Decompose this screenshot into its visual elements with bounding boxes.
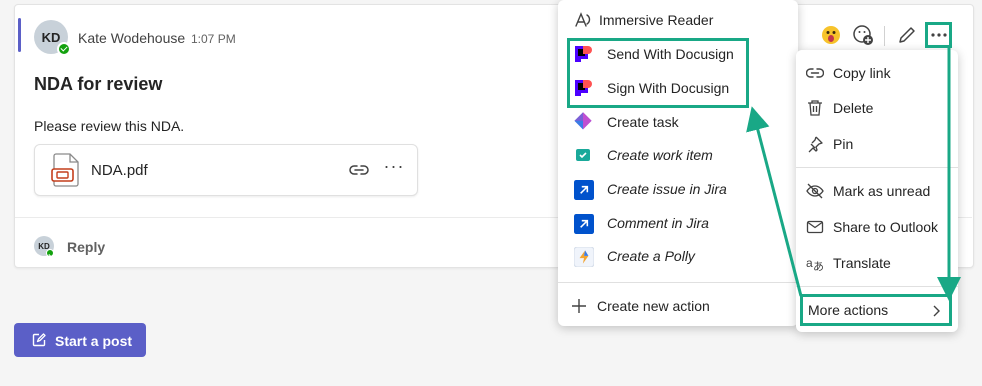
menu-item-create-issue-in-jira[interactable]: Create issue in Jira	[558, 173, 798, 205]
menu-separator	[558, 282, 798, 283]
menu-item-pin[interactable]: Pin	[796, 128, 958, 160]
pin-icon	[808, 136, 823, 153]
menu-item-label: Translate	[833, 255, 891, 271]
link-icon	[806, 68, 824, 78]
presence-available-icon	[57, 42, 71, 56]
avatar-initials: KD	[41, 29, 61, 45]
mail-icon	[806, 220, 824, 234]
more-options-menu: Copy link Delete Pin Mark as unread Shar…	[796, 50, 958, 332]
planner-icon	[574, 112, 592, 130]
trash-icon	[808, 100, 822, 116]
work-item-icon	[576, 149, 590, 161]
menu-item-comment-in-jira[interactable]: Comment in Jira	[558, 207, 798, 239]
attachment-card[interactable]: NDA.pdf ···	[34, 144, 418, 196]
menu-separator	[796, 167, 958, 168]
toolbar-divider	[884, 26, 885, 46]
menu-item-label: Pin	[833, 136, 854, 152]
menu-item-label: Create issue in Jira	[607, 181, 727, 197]
start-post-button[interactable]: Start a post	[14, 323, 146, 357]
menu-item-label: Immersive Reader	[599, 12, 714, 28]
compose-icon	[32, 333, 46, 347]
menu-item-delete[interactable]: Delete	[796, 92, 958, 124]
menu-item-label: Create task	[607, 114, 679, 130]
highlight-docusign-items	[567, 38, 749, 108]
attachment-name[interactable]: NDA.pdf	[91, 162, 148, 179]
eye-off-icon	[806, 183, 824, 199]
message-accent-bar	[18, 18, 21, 52]
menu-item-create-work-item[interactable]: Create work item	[558, 139, 798, 171]
surprised-emoji-icon[interactable]	[820, 24, 842, 46]
menu-item-immersive-reader[interactable]: Immersive Reader	[558, 4, 798, 36]
menu-item-label: Share to Outlook	[833, 219, 939, 235]
menu-item-label: Create work item	[607, 147, 713, 163]
pdf-file-icon	[51, 153, 79, 187]
menu-item-label: Mark as unread	[833, 183, 931, 199]
menu-item-create-task[interactable]: Create task	[558, 106, 798, 138]
copy-link-icon[interactable]	[349, 161, 369, 179]
jira-icon	[574, 214, 594, 234]
svg-text:あ: あ	[813, 260, 824, 272]
menu-item-create-new-action[interactable]: Create new action	[558, 290, 798, 322]
menu-item-label: Copy link	[833, 65, 891, 81]
menu-item-create-a-polly[interactable]: Create a Polly	[558, 240, 798, 272]
menu-item-mark-as-unread[interactable]: Mark as unread	[796, 175, 958, 207]
menu-item-label: Delete	[833, 100, 874, 116]
menu-item-label: Comment in Jira	[607, 215, 709, 231]
message-subject: NDA for review	[34, 74, 163, 94]
menu-item-share-to-outlook[interactable]: Share to Outlook	[796, 211, 958, 243]
jira-icon	[574, 180, 594, 200]
start-post-label: Start a post	[55, 333, 133, 349]
message-timestamp: 1:07 PM	[191, 32, 236, 46]
menu-item-label: Create a Polly	[607, 248, 695, 264]
add-reaction-icon[interactable]	[852, 24, 874, 46]
menu-separator	[796, 286, 958, 287]
menu-item-translate[interactable]: aあ Translate	[796, 247, 958, 279]
message-body: Please review this NDA.	[34, 118, 185, 134]
highlight-more-actions	[800, 294, 952, 326]
translate-icon: aあ	[806, 256, 824, 272]
highlight-more-options-button	[925, 22, 952, 48]
menu-item-copy-link[interactable]: Copy link	[796, 57, 958, 89]
svg-text:a: a	[806, 256, 813, 270]
polly-icon	[574, 247, 594, 267]
attachment-more-icon[interactable]: ···	[383, 157, 405, 179]
reply-presence-icon	[46, 249, 54, 257]
plus-icon	[572, 299, 586, 313]
reply-button[interactable]: Reply	[67, 239, 105, 255]
immersive-reader-icon	[575, 12, 591, 27]
menu-item-label: Create new action	[597, 298, 710, 314]
author-name[interactable]: Kate Wodehouse	[78, 30, 185, 46]
edit-icon[interactable]	[896, 24, 918, 46]
